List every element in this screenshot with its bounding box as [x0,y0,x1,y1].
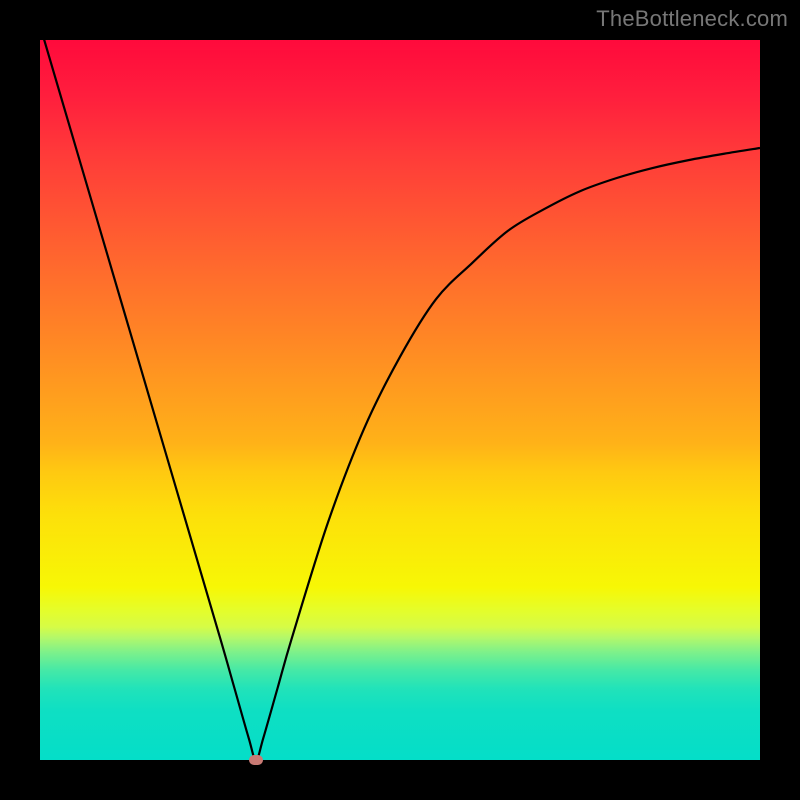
curve-path [40,26,760,760]
min-marker [249,755,263,765]
bottleneck-curve [40,40,760,760]
chart-container: TheBottleneck.com [0,0,800,800]
plot-area [40,40,760,760]
watermark-text: TheBottleneck.com [596,6,788,32]
